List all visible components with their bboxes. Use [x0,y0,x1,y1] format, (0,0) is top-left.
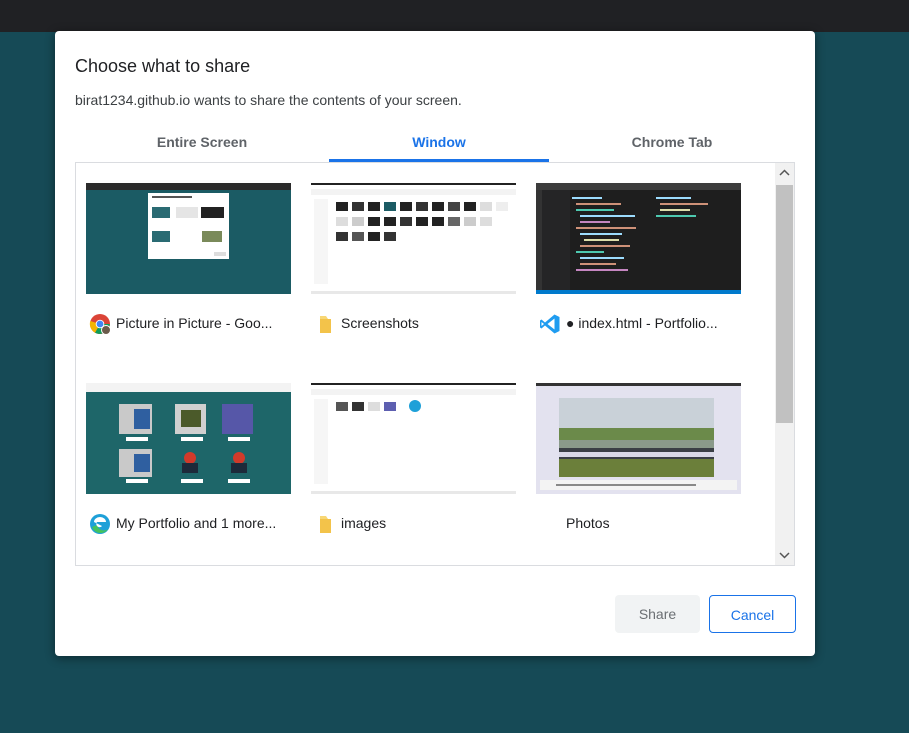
window-list-panel: Picture in Picture - Goo... Screenshots … [75,162,795,566]
folder-icon [314,513,336,535]
chrome-icon [89,313,111,335]
window-tile-my-portfolio[interactable]: My Portfolio and 1 more... [86,363,291,543]
tab-bar: Entire Screen Window Chrome Tab [75,127,795,163]
window-caption: Screenshots [311,309,516,337]
window-caption: Photos [536,509,741,537]
window-label: Photos [566,515,610,531]
window-thumbnail [536,183,741,294]
browser-top-bar [0,0,909,32]
window-thumbnail [86,383,291,494]
window-caption: Picture in Picture - Goo... [86,309,291,337]
vscode-icon [539,313,561,335]
folder-icon [314,313,336,335]
tab-entire-screen[interactable]: Entire Screen [75,127,329,163]
window-caption: ● index.html - Portfolio... [536,309,741,337]
share-dialog: Choose what to share birat1234.github.io… [55,31,815,656]
dialog-title: Choose what to share [75,56,251,76]
scroll-down-arrow-icon[interactable] [775,545,794,565]
vertical-scrollbar[interactable] [775,163,794,565]
window-tile-screenshots[interactable]: Screenshots [311,163,516,343]
window-label: Screenshots [341,315,419,331]
window-label: ● index.html - Portfolio... [566,315,718,331]
window-tile-photos[interactable]: Photos [536,363,741,543]
window-thumbnail [311,183,516,294]
scroll-up-arrow-icon[interactable] [775,163,794,183]
window-label: images [341,515,387,531]
window-tile-picture-in-picture[interactable]: Picture in Picture - Goo... [86,163,291,343]
tab-window[interactable]: Window [329,127,549,163]
share-button[interactable]: Share [615,595,700,633]
window-label: My Portfolio and 1 more... [116,515,277,531]
window-label: Picture in Picture - Goo... [116,315,273,331]
window-thumbnail [86,183,291,294]
cancel-button[interactable]: Cancel [709,595,796,633]
scrollbar-thumb[interactable] [776,185,793,423]
window-grid: Picture in Picture - Goo... Screenshots … [76,163,774,565]
dialog-subtitle: birat1234.github.io wants to share the c… [75,92,462,108]
window-tile-index-html[interactable]: ● index.html - Portfolio... [536,163,741,343]
window-thumbnail [536,383,741,494]
edge-icon [89,513,111,535]
window-tile-images[interactable]: images [311,363,516,543]
window-caption: My Portfolio and 1 more... [86,509,291,537]
tab-chrome-tab[interactable]: Chrome Tab [549,127,795,163]
window-caption: images [311,509,516,537]
window-thumbnail [311,383,516,494]
